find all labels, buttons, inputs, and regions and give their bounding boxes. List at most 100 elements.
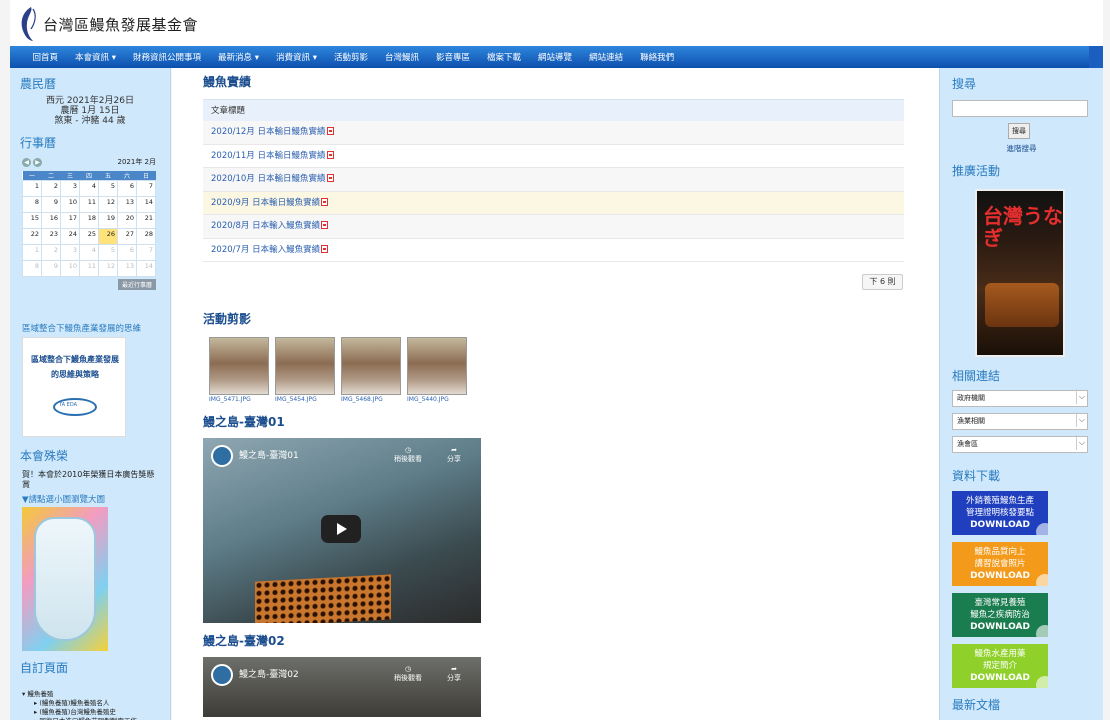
calendar-day[interactable]: 26	[98, 228, 118, 245]
honor-plaque-image[interactable]	[22, 507, 108, 651]
watch-later-button[interactable]: ◷ 稍後觀看	[393, 665, 423, 683]
link-select[interactable]: 漁會區	[952, 435, 1088, 453]
calendar-day[interactable]: 23	[41, 228, 61, 245]
calendar-day[interactable]: 5	[98, 180, 118, 197]
photo-thumbnail[interactable]: IMG_5454.JPG	[275, 337, 335, 403]
calendar-day[interactable]: 10	[60, 260, 80, 277]
calendar-day[interactable]: 5	[98, 244, 118, 261]
download-banner[interactable]: 鰻魚水產用藥 規定簡介 DOWNLOAD	[952, 644, 1048, 688]
calendar-day[interactable]: 3	[60, 244, 80, 261]
calendar-day[interactable]: 3	[60, 180, 80, 197]
photo-caption[interactable]: IMG_5454.JPG	[275, 396, 335, 403]
calendar-more-button[interactable]: 最近行事曆	[118, 279, 156, 290]
watch-later-button[interactable]: ◷ 稍後觀看	[393, 446, 423, 464]
promotion-poster[interactable]: 台灣うなぎ	[975, 189, 1065, 357]
video-caption[interactable]: 鰻之島-臺灣02	[239, 667, 299, 680]
calendar-day[interactable]: 14	[136, 196, 156, 213]
calendar-day[interactable]: 2	[41, 180, 61, 197]
calendar-day[interactable]: 2	[41, 244, 61, 261]
photo-image[interactable]	[275, 337, 335, 395]
download-banner[interactable]: 臺灣常見養殖 鰻魚之疾病防治 DOWNLOAD	[952, 593, 1048, 637]
nav-item-0[interactable]: 回首頁	[24, 51, 67, 63]
photo-thumbnail[interactable]: IMG_5468.JPG	[341, 337, 401, 403]
search-input[interactable]	[952, 100, 1088, 117]
row-title[interactable]: 2020/10月 日本輸日鰻魚實績	[211, 174, 326, 184]
nav-item-3[interactable]: 最新消息 ▾	[210, 51, 268, 63]
nav-item-6[interactable]: 台灣鰻訊	[377, 51, 428, 63]
advanced-search-link[interactable]: 進階搜尋	[950, 143, 1093, 154]
tree-item[interactable]: ▾ 鰻魚養殖	[22, 690, 162, 699]
tree-item[interactable]: ▸ (鰻魚養殖)台灣鰻魚養殖史	[22, 708, 162, 717]
video-player-2[interactable]: 鰻之島-臺灣02 ◷ 稍後觀看 ➦ 分享	[203, 657, 481, 717]
calendar-day[interactable]: 1	[22, 244, 42, 261]
table-row[interactable]: 2020/10月 日本輸日鰻魚實績	[203, 168, 904, 192]
calendar-day[interactable]: 9	[41, 260, 61, 277]
share-button[interactable]: ➦ 分享	[439, 665, 469, 683]
play-button-icon[interactable]	[321, 515, 361, 543]
photo-caption[interactable]: IMG_5440.JPG	[407, 396, 467, 403]
photo-image[interactable]	[407, 337, 467, 395]
calendar-day[interactable]: 19	[98, 212, 118, 229]
row-title[interactable]: 2020/12月 日本輸日鰻魚實績	[211, 127, 326, 137]
calendar-day[interactable]: 12	[98, 260, 118, 277]
promo-link[interactable]: 區域整合下鰻魚產業發展的思維	[22, 322, 162, 334]
table-row[interactable]: 2020/12月 日本輸日鰻魚實績	[203, 121, 904, 145]
tree-item[interactable]: ▸ (鰻魚養殖)鰻魚養殖名人	[22, 699, 162, 708]
photo-thumbnail[interactable]: IMG_5471.JPG	[209, 337, 269, 403]
calendar-day[interactable]: 7	[136, 244, 156, 261]
promo-banner[interactable]: 區域整合下鰻魚產業發展 的思維與策略 TA EDA	[22, 337, 126, 437]
next-month-icon[interactable]: ▶	[33, 157, 42, 167]
photo-caption[interactable]: IMG_5471.JPG	[209, 396, 269, 403]
row-title[interactable]: 2020/9月 日本輸日鰻魚實績	[211, 198, 320, 208]
calendar-day[interactable]: 14	[136, 260, 156, 277]
row-title[interactable]: 2020/7月 日本輸入鰻魚實績	[211, 245, 320, 255]
photo-caption[interactable]: IMG_5468.JPG	[341, 396, 401, 403]
calendar-day[interactable]: 20	[117, 212, 137, 229]
nav-item-10[interactable]: 網站連結	[581, 51, 632, 63]
honor-link[interactable]: ▼請點選小圖瀏覽大圖	[22, 493, 162, 505]
calendar-day[interactable]: 7	[136, 180, 156, 197]
search-button[interactable]: 搜尋	[1008, 123, 1030, 139]
next-page-button[interactable]: 下 6 則	[862, 274, 903, 290]
calendar-day[interactable]: 10	[60, 196, 80, 213]
download-banner[interactable]: 外銷養殖鰻魚生產 管理證明核發要點 DOWNLOAD	[952, 491, 1048, 535]
calendar-day[interactable]: 24	[60, 228, 80, 245]
row-title[interactable]: 2020/8月 日本輸入鰻魚實績	[211, 221, 320, 231]
table-row[interactable]: 2020/7月 日本輸入鰻魚實績	[203, 238, 904, 262]
photo-image[interactable]	[209, 337, 269, 395]
calendar-day[interactable]: 8	[22, 260, 42, 277]
calendar-day[interactable]: 18	[79, 212, 99, 229]
link-select[interactable]: 政府機關	[952, 389, 1088, 407]
calendar-day[interactable]: 21	[136, 212, 156, 229]
row-title[interactable]: 2020/11月 日本輸日鰻魚實績	[211, 151, 326, 161]
calendar-day[interactable]: 22	[22, 228, 42, 245]
site-logo[interactable]: 台灣區鰻魚發展基金會	[15, 3, 198, 43]
download-banner[interactable]: 鰻魚品質向上 講習說會照片 DOWNLOAD	[952, 542, 1048, 586]
photo-thumbnail[interactable]: IMG_5440.JPG	[407, 337, 467, 403]
share-button[interactable]: ➦ 分享	[439, 446, 469, 464]
calendar-day[interactable]: 11	[79, 260, 99, 277]
calendar-day[interactable]: 12	[98, 196, 118, 213]
channel-avatar-icon[interactable]	[211, 664, 233, 686]
link-select[interactable]: 漁業相關	[952, 412, 1088, 430]
calendar-day[interactable]: 17	[60, 212, 80, 229]
calendar-day[interactable]: 9	[41, 196, 61, 213]
calendar-day[interactable]: 6	[117, 180, 137, 197]
table-row[interactable]: 2020/9月 日本輸日鰻魚實績	[203, 191, 904, 215]
nav-item-8[interactable]: 檔案下載	[479, 51, 530, 63]
calendar-day[interactable]: 27	[117, 228, 137, 245]
nav-item-11[interactable]: 聯絡我們	[632, 51, 683, 63]
table-row[interactable]: 2020/8月 日本輸入鰻魚實績	[203, 215, 904, 239]
calendar-day[interactable]: 1	[22, 180, 42, 197]
calendar-day[interactable]: 15	[22, 212, 42, 229]
nav-item-7[interactable]: 影音專區	[428, 51, 479, 63]
calendar-day[interactable]: 16	[41, 212, 61, 229]
nav-item-5[interactable]: 活動剪影	[325, 51, 376, 63]
calendar-day[interactable]: 11	[79, 196, 99, 213]
nav-item-1[interactable]: 本會資訊 ▾	[67, 51, 125, 63]
nav-item-4[interactable]: 消費資訊 ▾	[268, 51, 326, 63]
calendar-day[interactable]: 4	[79, 180, 99, 197]
calendar-day[interactable]: 13	[117, 196, 137, 213]
calendar-day[interactable]: 4	[79, 244, 99, 261]
calendar-day[interactable]: 28	[136, 228, 156, 245]
